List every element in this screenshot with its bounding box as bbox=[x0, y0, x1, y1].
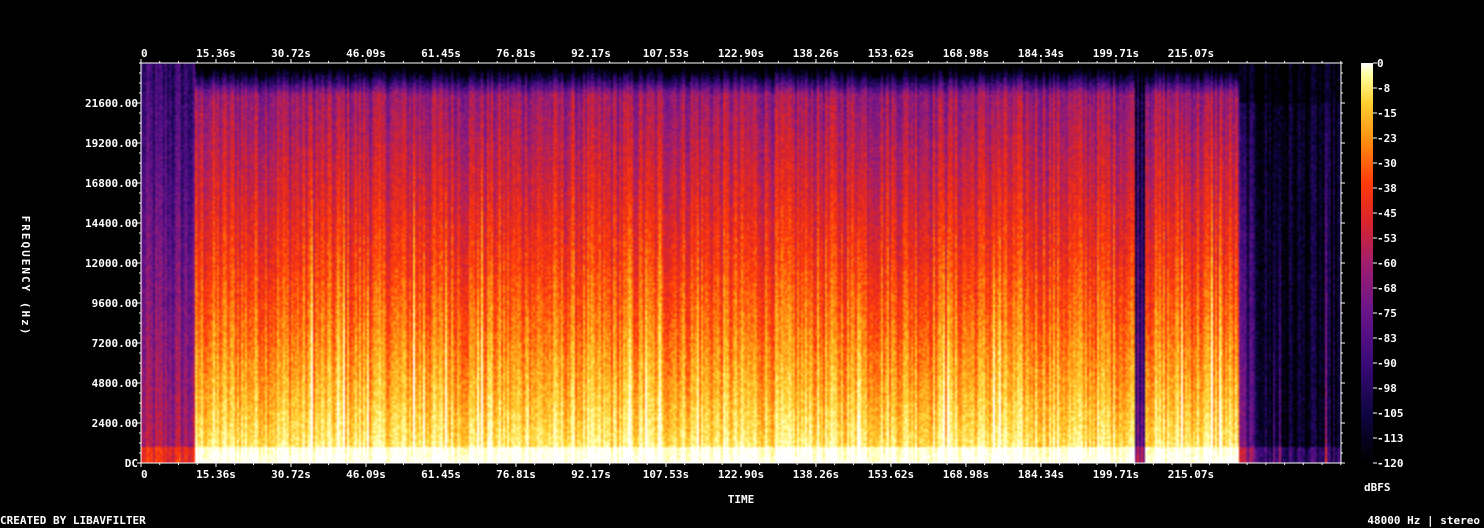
x-tick-label-bottom: 15.36s bbox=[196, 468, 236, 481]
x-tick-label-top: 30.72s bbox=[271, 47, 311, 60]
colorbar-tick-label: -105 bbox=[1377, 407, 1404, 420]
y-tick-label: 14400.00 bbox=[85, 217, 138, 230]
x-tick-label-bottom: 122.90s bbox=[718, 468, 764, 481]
x-tick-label-bottom: 107.53s bbox=[643, 468, 689, 481]
x-tick-label-top: 184.34s bbox=[1018, 47, 1064, 60]
x-tick-label-top: 46.09s bbox=[346, 47, 386, 60]
x-tick-label-bottom: 199.71s bbox=[1093, 468, 1139, 481]
y-tick-label: 12000.00 bbox=[85, 257, 138, 270]
colorbar-label: dBFS bbox=[1364, 481, 1391, 494]
x-tick-label-bottom: 138.26s bbox=[793, 468, 839, 481]
colorbar-tick-label: -30 bbox=[1377, 157, 1397, 170]
colorbar-tick-label: -53 bbox=[1377, 232, 1397, 245]
x-tick-label-bottom: 153.62s bbox=[868, 468, 914, 481]
colorbar-tick-label: 0 bbox=[1377, 57, 1384, 70]
x-tick-label-bottom: 215.07s bbox=[1168, 468, 1214, 481]
colorbar-tick-label: -98 bbox=[1377, 382, 1397, 395]
x-tick-label-top: 61.45s bbox=[421, 47, 461, 60]
x-axis-bottom: 0 15.36s 30.72s 46.09s 61.45s 76.81s 92.17s 107… bbox=[140, 463, 1342, 481]
y-tick-label: DC bbox=[125, 457, 138, 470]
x-axis-label: TIME bbox=[728, 493, 755, 506]
x-tick-label-bottom: 61.45s bbox=[421, 468, 461, 481]
x-tick-label-top: 153.62s bbox=[868, 47, 914, 60]
format-text: 48000 Hz | stereo bbox=[1367, 514, 1480, 527]
x-tick-label-top: 0 bbox=[141, 47, 148, 60]
colorbar-tick-label: -83 bbox=[1377, 332, 1397, 345]
x-tick-label-top: 122.90s bbox=[718, 47, 764, 60]
colorbar-tick-label: -75 bbox=[1377, 307, 1397, 320]
x-tick-label-bottom: 76.81s bbox=[496, 468, 536, 481]
y-tick-label: 16800.00 bbox=[85, 177, 138, 190]
colorbar-scale bbox=[1361, 63, 1373, 463]
x-tick-label-bottom: 46.09s bbox=[346, 468, 386, 481]
colorbar-tick-label: -8 bbox=[1377, 82, 1390, 95]
x-tick-label-top: 76.81s bbox=[496, 47, 536, 60]
colorbar-tick-label: -68 bbox=[1377, 282, 1397, 295]
credit-text: CREATED BY LIBAVFILTER bbox=[0, 514, 146, 527]
colorbar: 0 -8 -15 -23 -30 -38 -45 -53 -60 -68 -75 -83 -90 -98 -… bbox=[1361, 57, 1404, 494]
colorbar-tick-label: -45 bbox=[1377, 207, 1397, 220]
y-tick-label: 9600.00 bbox=[92, 297, 138, 310]
y-axis-label: FREQUENCY (Hz) bbox=[19, 216, 32, 337]
y-tick-label: 4800.00 bbox=[92, 377, 138, 390]
spectrogram-area bbox=[141, 63, 1341, 463]
y-tick-label: 7200.00 bbox=[92, 337, 138, 350]
colorbar-tick-label: -15 bbox=[1377, 107, 1397, 120]
x-tick-label-bottom: 168.98s bbox=[943, 468, 989, 481]
x-tick-label-bottom: 184.34s bbox=[1018, 468, 1064, 481]
colorbar-tick-label: -90 bbox=[1377, 357, 1397, 370]
x-tick-label-top: 15.36s bbox=[196, 47, 236, 60]
y-tick-label: 19200.00 bbox=[85, 137, 138, 150]
y-tick-label: 21600.00 bbox=[85, 97, 138, 110]
spectrogram-image bbox=[141, 63, 1341, 463]
colorbar-tick-label: -38 bbox=[1377, 182, 1397, 195]
colorbar-ticks: 0 -8 -15 -23 -30 -38 -45 -53 -60 -68 -75 -83 -90 -98 -… bbox=[1373, 57, 1404, 470]
y-tick-label: 2400.00 bbox=[92, 417, 138, 430]
x-tick-label-top: 138.26s bbox=[793, 47, 839, 60]
colorbar-tick-label: -60 bbox=[1377, 257, 1397, 270]
x-tick-label-top: 215.07s bbox=[1168, 47, 1214, 60]
x-tick-label-bottom: 0 bbox=[141, 468, 148, 481]
x-tick-label-top: 168.98s bbox=[943, 47, 989, 60]
colorbar-tick-label: -23 bbox=[1377, 132, 1397, 145]
x-tick-label-top: 92.17s bbox=[571, 47, 611, 60]
colorbar-tick-label: -113 bbox=[1377, 432, 1404, 445]
spectrogram-chart: 0 15.36s 30.72s 46.09s 61.45s 76.81s 92.17s 107… bbox=[19, 47, 1404, 506]
colorbar-tick-label: -120 bbox=[1377, 457, 1404, 470]
x-tick-label-bottom: 30.72s bbox=[271, 468, 311, 481]
x-tick-label-top: 107.53s bbox=[643, 47, 689, 60]
x-axis-top: 0 15.36s 30.72s 46.09s 61.45s 76.81s 92.17s 107… bbox=[140, 47, 1342, 63]
x-tick-label-bottom: 92.17s bbox=[571, 468, 611, 481]
x-tick-label-top: 199.71s bbox=[1093, 47, 1139, 60]
